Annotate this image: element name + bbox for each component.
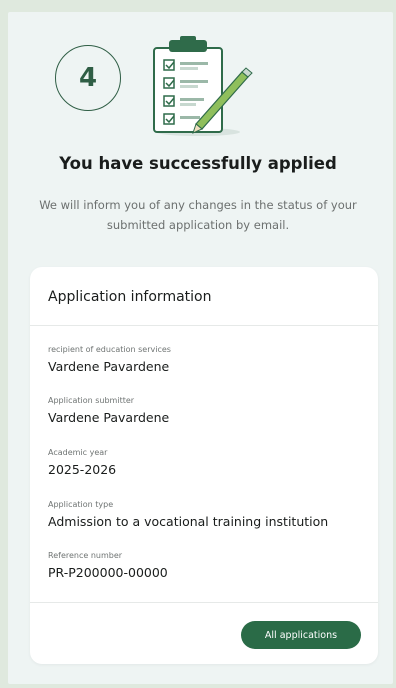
card-footer-divider: [30, 602, 378, 603]
application-type-label: Application type: [48, 500, 114, 509]
success-subtitle: We will inform you of any changes in the…: [39, 198, 357, 232]
submitter-label: Application submitter: [48, 396, 135, 405]
reference-number-label: Reference number: [48, 551, 123, 560]
recipient-label: recipient of education services: [48, 345, 171, 354]
card-header-divider: [30, 325, 378, 326]
academic-year-label: Academic year: [48, 448, 108, 457]
submitter-value: Vardene Pavardene: [48, 410, 170, 425]
recipient-value: Vardene Pavardene: [48, 359, 170, 374]
step-number-badge: 4: [55, 45, 121, 111]
success-title: You have successfully applied: [59, 154, 337, 173]
reference-number-value: PR-P200000-00000: [48, 565, 168, 580]
clipboard-checklist-icon: [136, 26, 256, 142]
academic-year-value: 2025-2026: [48, 462, 117, 477]
application-info-card: Application information recipient of edu…: [30, 267, 378, 664]
card-title: Application information: [48, 289, 212, 305]
all-applications-button[interactable]: All applications: [241, 621, 361, 649]
application-type-value: Admission to a vocational training insti…: [48, 514, 329, 529]
